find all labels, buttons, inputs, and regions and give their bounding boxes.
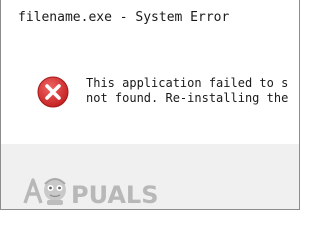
error-message: This application failed to s not found. …: [86, 76, 288, 106]
window-title: filename.exe - System Error: [18, 10, 230, 25]
title-bar[interactable]: filename.exe - System Error: [1, 0, 299, 38]
error-x-icon: [37, 76, 69, 108]
svg-text:PUALS: PUALS: [71, 181, 159, 206]
appuals-logo: PUALS: [23, 178, 159, 206]
dialog-content: This application failed to s not found. …: [1, 38, 299, 144]
error-message-line-1: This application failed to s: [86, 76, 289, 90]
error-message-line-2: not found. Re-installing the: [86, 91, 289, 105]
system-error-dialog: filename.exe - System Error This applica…: [0, 0, 300, 210]
dialog-footer: PUALS: [1, 144, 299, 209]
